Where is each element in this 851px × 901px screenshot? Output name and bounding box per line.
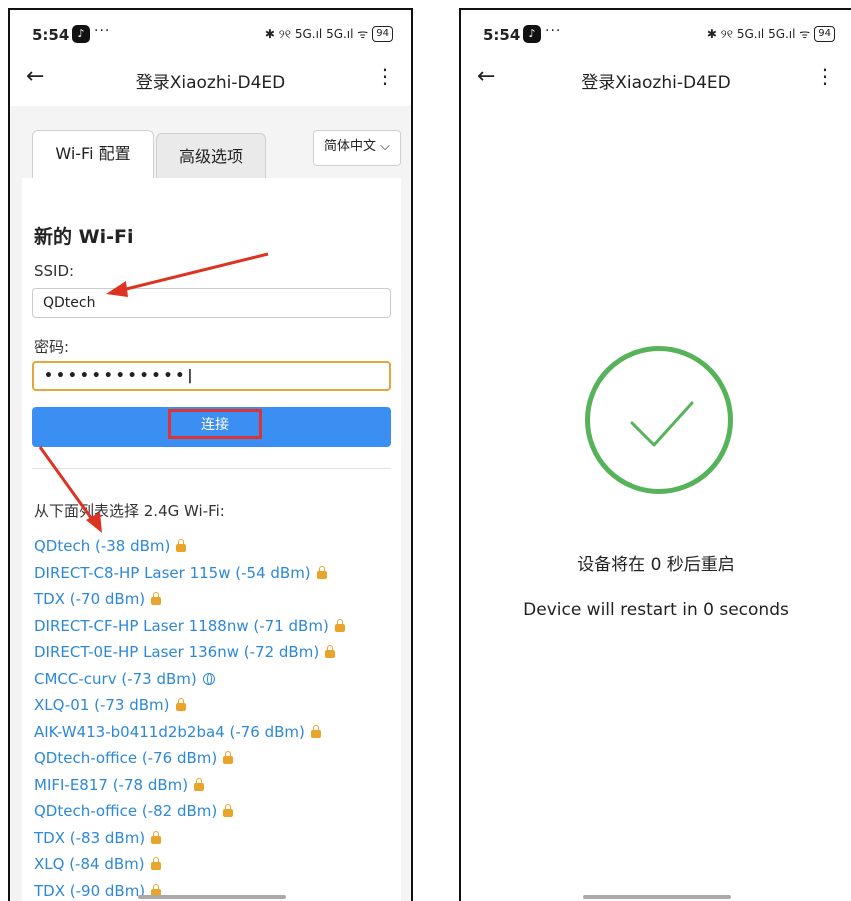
battery-icon: 94 xyxy=(814,25,835,42)
restart-message-en: Device will restart in 0 seconds xyxy=(523,600,789,620)
restart-message-cn: 设备将在 0 秒后重启 xyxy=(577,555,735,575)
restart-screen: 5:54 ♪ ··· ✱ ୨୧ 5G.ıl 5G.ıl ᯤ 94 ← 登录Xia… xyxy=(459,8,851,901)
ssid-arrow-shaft xyxy=(117,252,269,293)
check-mark-icon xyxy=(630,401,694,447)
nav-bar: ← 登录Xiaozhi-D4ED ⋮ xyxy=(461,58,851,98)
status-bar: 5:54 ♪ ··· ✱ ୨୧ 5G.ıl 5G.ıl ᯤ 94 xyxy=(461,10,851,52)
tiktok-icon: ♪ xyxy=(523,25,541,43)
home-indicator xyxy=(583,895,731,899)
signal-icons: ✱ ୨୧ 5G.ıl 5G.ıl ᯤ xyxy=(706,27,811,41)
page-title: 登录Xiaozhi-D4ED xyxy=(581,73,731,93)
ssid-arrow-head xyxy=(106,281,128,297)
home-indicator xyxy=(138,895,286,899)
status-more: ··· xyxy=(545,23,562,39)
status-icons: ✱ ୨୧ 5G.ıl 5G.ıl ᯤ 94 xyxy=(707,25,835,42)
wifi-config-screen: 5:54 ♪ ··· ✱ ୨୧ 5G.ıl 5G.ıl ᯤ 94 ← 登录Xia… xyxy=(8,8,413,901)
annotation-arrows xyxy=(38,252,269,533)
status-time: 5:54 xyxy=(483,26,521,44)
more-menu-icon[interactable]: ⋮ xyxy=(815,64,835,88)
list-arrow-shaft xyxy=(38,446,96,523)
success-check-icon xyxy=(585,346,733,494)
